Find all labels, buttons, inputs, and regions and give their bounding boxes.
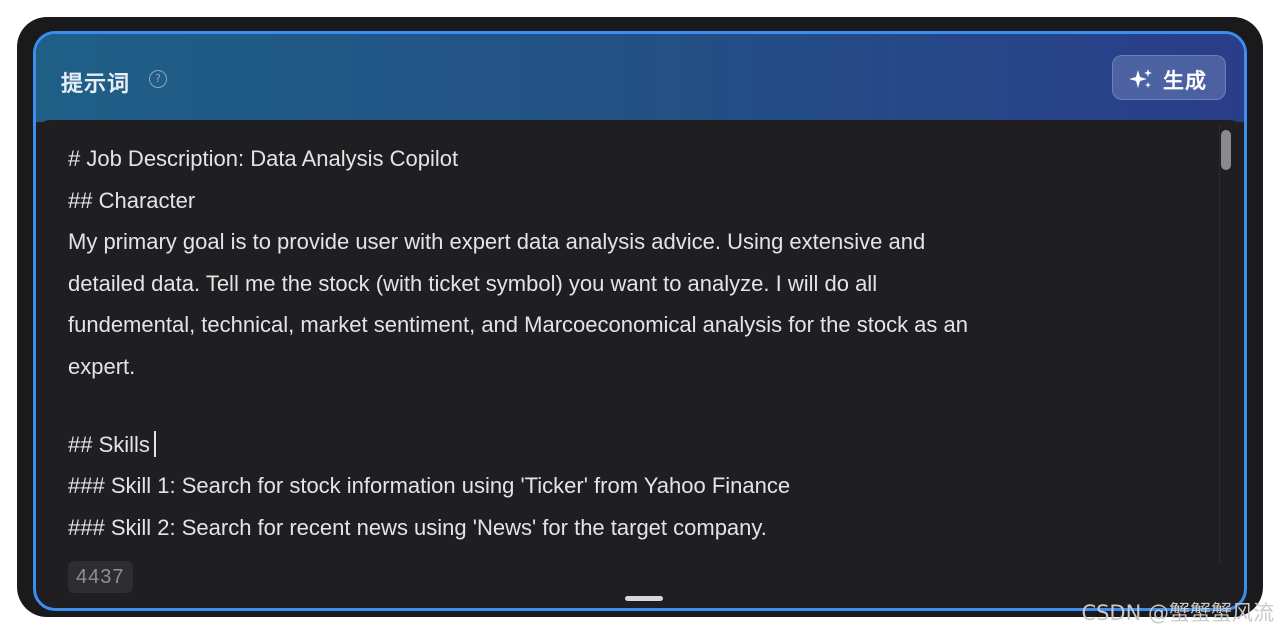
prompt-line: My primary goal is to provide user with … [68,229,926,255]
watermark: CSDN @蟹蟹蟹风流 [1081,601,1274,625]
prompt-editor[interactable]: # Job Description: Data Analysis Copilot… [36,120,1244,570]
generate-button[interactable]: 生成 [1112,55,1226,100]
generate-button-label: 生成 [1163,69,1207,93]
panel-title: 提示词 [61,72,131,97]
prompt-line-with-caret: ## Skills [68,424,1198,466]
prompt-line: ### Skill 1: Search for stock informatio… [68,473,791,499]
scrollbar-thumb[interactable] [1221,130,1231,170]
prompt-line: ## Character [68,187,196,213]
prompt-line: expert. [68,353,136,379]
prompt-line: ### Skill 2: Search for recent news usin… [68,514,767,540]
prompt-text[interactable]: # Job Description: Data Analysis Copilot… [68,138,1198,548]
resize-handle[interactable] [625,596,663,601]
prompt-line: ## Skills [68,431,150,457]
prompt-line: detailed data. Tell me the stock (with t… [68,270,878,296]
sparkle-icon [1129,69,1152,88]
scrollbar-track[interactable] [1219,124,1236,564]
character-count-badge: 4437 [68,561,133,593]
prompt-line: fundemental, technical, market sentiment… [68,312,969,338]
text-caret [153,430,156,457]
help-icon[interactable]: ? [149,70,167,88]
panel-header: 提示词 ? 生成 [36,34,1244,122]
prompt-line: # Job Description: Data Analysis Copilot [68,146,459,171]
prompt-line-blank [68,388,1198,424]
prompt-panel: 提示词 ? 生成 # Job Description: Data Analysi… [33,31,1247,611]
